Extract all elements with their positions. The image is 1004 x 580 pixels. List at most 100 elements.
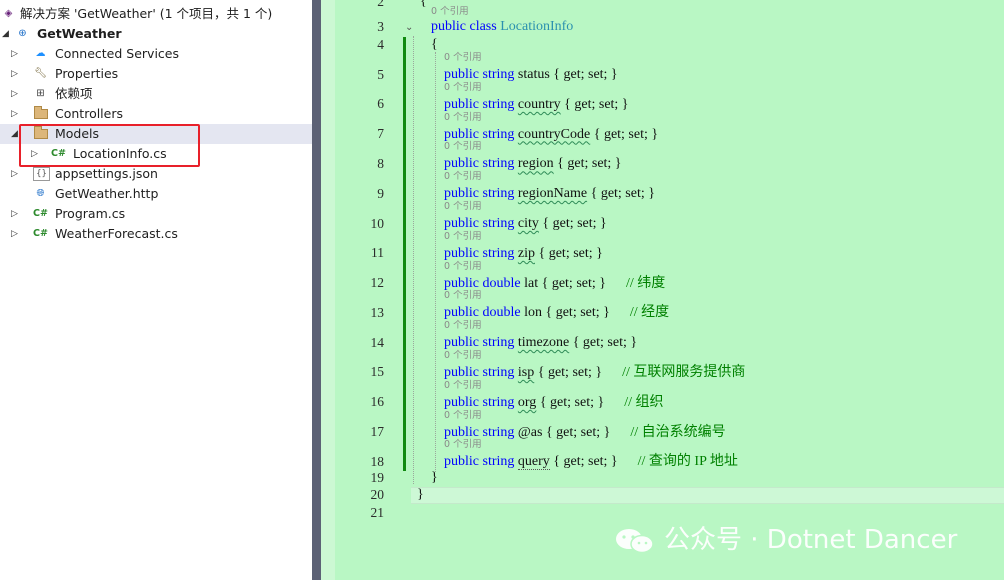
tree-item-properties[interactable]: ▷ 🔧︎ Properties bbox=[0, 64, 312, 84]
property-name: status bbox=[517, 67, 550, 82]
property-name: timezone bbox=[517, 335, 570, 351]
property-name: org bbox=[517, 394, 537, 410]
accessor: { get; set; } bbox=[557, 156, 622, 172]
collapsed-arrow-icon[interactable]: ▷ bbox=[11, 64, 18, 84]
accessor: { get; set; } bbox=[542, 216, 607, 231]
references-codelens[interactable]: 0 个引用 bbox=[444, 261, 482, 273]
references-codelens[interactable]: 0 个引用 bbox=[444, 141, 482, 153]
references-codelens[interactable]: 0 个引用 bbox=[444, 231, 482, 243]
code-comment: // 互联网服务提供商 bbox=[622, 365, 746, 380]
accessor: { get; set; } bbox=[545, 305, 610, 321]
watermark-text: 公众号 · Dotnet Dancer bbox=[664, 525, 958, 555]
references-codelens[interactable]: 0 个引用 bbox=[444, 410, 482, 422]
line-number: 3 bbox=[377, 19, 384, 34]
code-line: { bbox=[431, 37, 438, 53]
line-number: 13 bbox=[370, 305, 385, 320]
code-comment: // 查询的 IP 地址 bbox=[637, 454, 738, 470]
collapsed-arrow-icon[interactable]: ▷ bbox=[11, 164, 18, 184]
keyword: public string bbox=[444, 245, 515, 261]
tree-item-label: Program.cs bbox=[55, 206, 126, 221]
tree-item-program-cs[interactable]: ▷ C# Program.cs bbox=[0, 204, 312, 224]
accessor: { get; set; } bbox=[572, 335, 638, 351]
keyword: public string bbox=[444, 424, 515, 440]
tree-item-label: LocationInfo.cs bbox=[73, 146, 167, 161]
collapsed-arrow-icon[interactable]: ▷ bbox=[11, 44, 18, 64]
keyword: public string bbox=[444, 365, 515, 380]
references-codelens[interactable]: 0 个引用 bbox=[444, 439, 482, 451]
references-codelens[interactable]: 0 个引用 bbox=[444, 112, 482, 124]
line-number: 16 bbox=[370, 394, 385, 409]
keyword: public string bbox=[444, 394, 515, 410]
tree-item-connected-services[interactable]: ▷ ☁ Connected Services bbox=[0, 44, 312, 64]
keyword: public string bbox=[444, 156, 515, 172]
csharp-file-icon: C# bbox=[33, 208, 48, 219]
line-number: 19 bbox=[370, 470, 385, 485]
keyword: public string bbox=[444, 454, 515, 470]
line-number: 2 bbox=[377, 0, 384, 9]
tree-item-getweather-http[interactable]: 🌐︎ GetWeather.http bbox=[0, 184, 312, 204]
collapsed-arrow-icon[interactable]: ▷ bbox=[31, 144, 38, 164]
property-name: regionName bbox=[517, 186, 588, 202]
references-codelens[interactable]: 0 个引用 bbox=[444, 52, 482, 64]
references-codelens[interactable]: 0 个引用 bbox=[444, 350, 482, 362]
tree-item-locationinfo-cs[interactable]: ▷ C# LocationInfo.cs bbox=[0, 144, 312, 164]
references-codelens[interactable]: 0 个引用 bbox=[431, 6, 469, 18]
keyword: public class bbox=[431, 19, 497, 34]
line-number: 18 bbox=[370, 454, 385, 469]
collapsed-arrow-icon[interactable]: ▷ bbox=[11, 204, 18, 224]
line-number: 5 bbox=[377, 67, 384, 82]
tree-item-label: WeatherForecast.cs bbox=[55, 226, 178, 241]
solution-node[interactable]: ◈ 解决方案 'GetWeather' (1 个项目，共 1 个) bbox=[0, 4, 312, 24]
tree-item-models[interactable]: ◢ Models bbox=[0, 124, 312, 144]
property-name: region bbox=[517, 156, 554, 172]
collapsed-arrow-icon[interactable]: ▷ bbox=[11, 104, 18, 124]
references-codelens[interactable]: 0 个引用 bbox=[444, 82, 482, 94]
csharp-file-icon: C# bbox=[33, 228, 48, 239]
code-line: } bbox=[431, 470, 438, 486]
references-codelens[interactable]: 0 个引用 bbox=[444, 171, 482, 183]
code-line-property: public string region { get; set; } bbox=[444, 156, 622, 172]
tree-item-weatherforecast-cs[interactable]: ▷ C# WeatherForecast.cs bbox=[0, 224, 312, 244]
panel-splitter[interactable] bbox=[312, 0, 321, 580]
line-number: 9 bbox=[377, 186, 384, 201]
tree-item-dependencies[interactable]: ▷ ⊞ 依赖项 bbox=[0, 84, 312, 104]
collapsed-arrow-icon[interactable]: ▷ bbox=[11, 224, 18, 244]
code-line-property: public string country { get; set; } bbox=[444, 97, 629, 113]
tree-item-label: GetWeather.http bbox=[55, 186, 159, 201]
change-tracking-bar bbox=[403, 37, 406, 471]
expanded-arrow-icon[interactable]: ◢ bbox=[2, 24, 9, 44]
code-comment: // 组织 bbox=[624, 394, 664, 410]
references-codelens[interactable]: 0 个引用 bbox=[444, 290, 482, 302]
keyword: public string bbox=[444, 67, 515, 82]
brace: } bbox=[417, 487, 424, 502]
line-number: 6 bbox=[377, 96, 384, 111]
code-line-property: public string query { get; set; } // 查询的 … bbox=[444, 454, 738, 471]
tree-item-controllers[interactable]: ▷ Controllers bbox=[0, 104, 312, 124]
keyword: public string bbox=[444, 96, 515, 112]
json-file-icon: {} bbox=[33, 167, 50, 181]
tree-item-appsettings[interactable]: ▷ {} appsettings.json bbox=[0, 164, 312, 184]
code-line-property: public string timezone { get; set; } bbox=[444, 335, 637, 351]
expanded-arrow-icon[interactable]: ◢ bbox=[11, 124, 18, 144]
code-line-property: public string city { get; set; } bbox=[444, 216, 607, 232]
keyword: public string bbox=[444, 335, 515, 351]
references-codelens[interactable]: 0 个引用 bbox=[444, 320, 482, 332]
code-line-property: public string zip { get; set; } bbox=[444, 246, 603, 262]
property-name: @as bbox=[517, 424, 543, 440]
references-codelens[interactable]: 0 个引用 bbox=[444, 201, 482, 213]
references-codelens[interactable]: 0 个引用 bbox=[444, 380, 482, 392]
solution-label: 解决方案 'GetWeather' (1 个项目，共 1 个) bbox=[20, 6, 273, 21]
line-number: 15 bbox=[370, 364, 385, 379]
code-line-property: public double lon { get; set; } // 经度 bbox=[444, 305, 669, 321]
solution-explorer: ◈ 解决方案 'GetWeather' (1 个项目，共 1 个) ◢ ⊕ Ge… bbox=[0, 0, 312, 580]
accessor: { get; set; } bbox=[545, 424, 611, 440]
collapse-chevron-icon[interactable]: ⌄ bbox=[405, 22, 413, 33]
accessor: { get; set; } bbox=[538, 245, 603, 261]
wrench-icon: 🔧︎ bbox=[34, 68, 47, 79]
code-line-property: public double lat { get; set; } // 纬度 bbox=[444, 276, 665, 292]
collapsed-arrow-icon[interactable]: ▷ bbox=[11, 84, 18, 104]
project-node[interactable]: ◢ ⊕ GetWeather bbox=[0, 24, 312, 44]
accessor: { get; set; } bbox=[553, 454, 618, 470]
line-number: 20 bbox=[370, 487, 385, 502]
line-number: 4 bbox=[377, 37, 384, 52]
